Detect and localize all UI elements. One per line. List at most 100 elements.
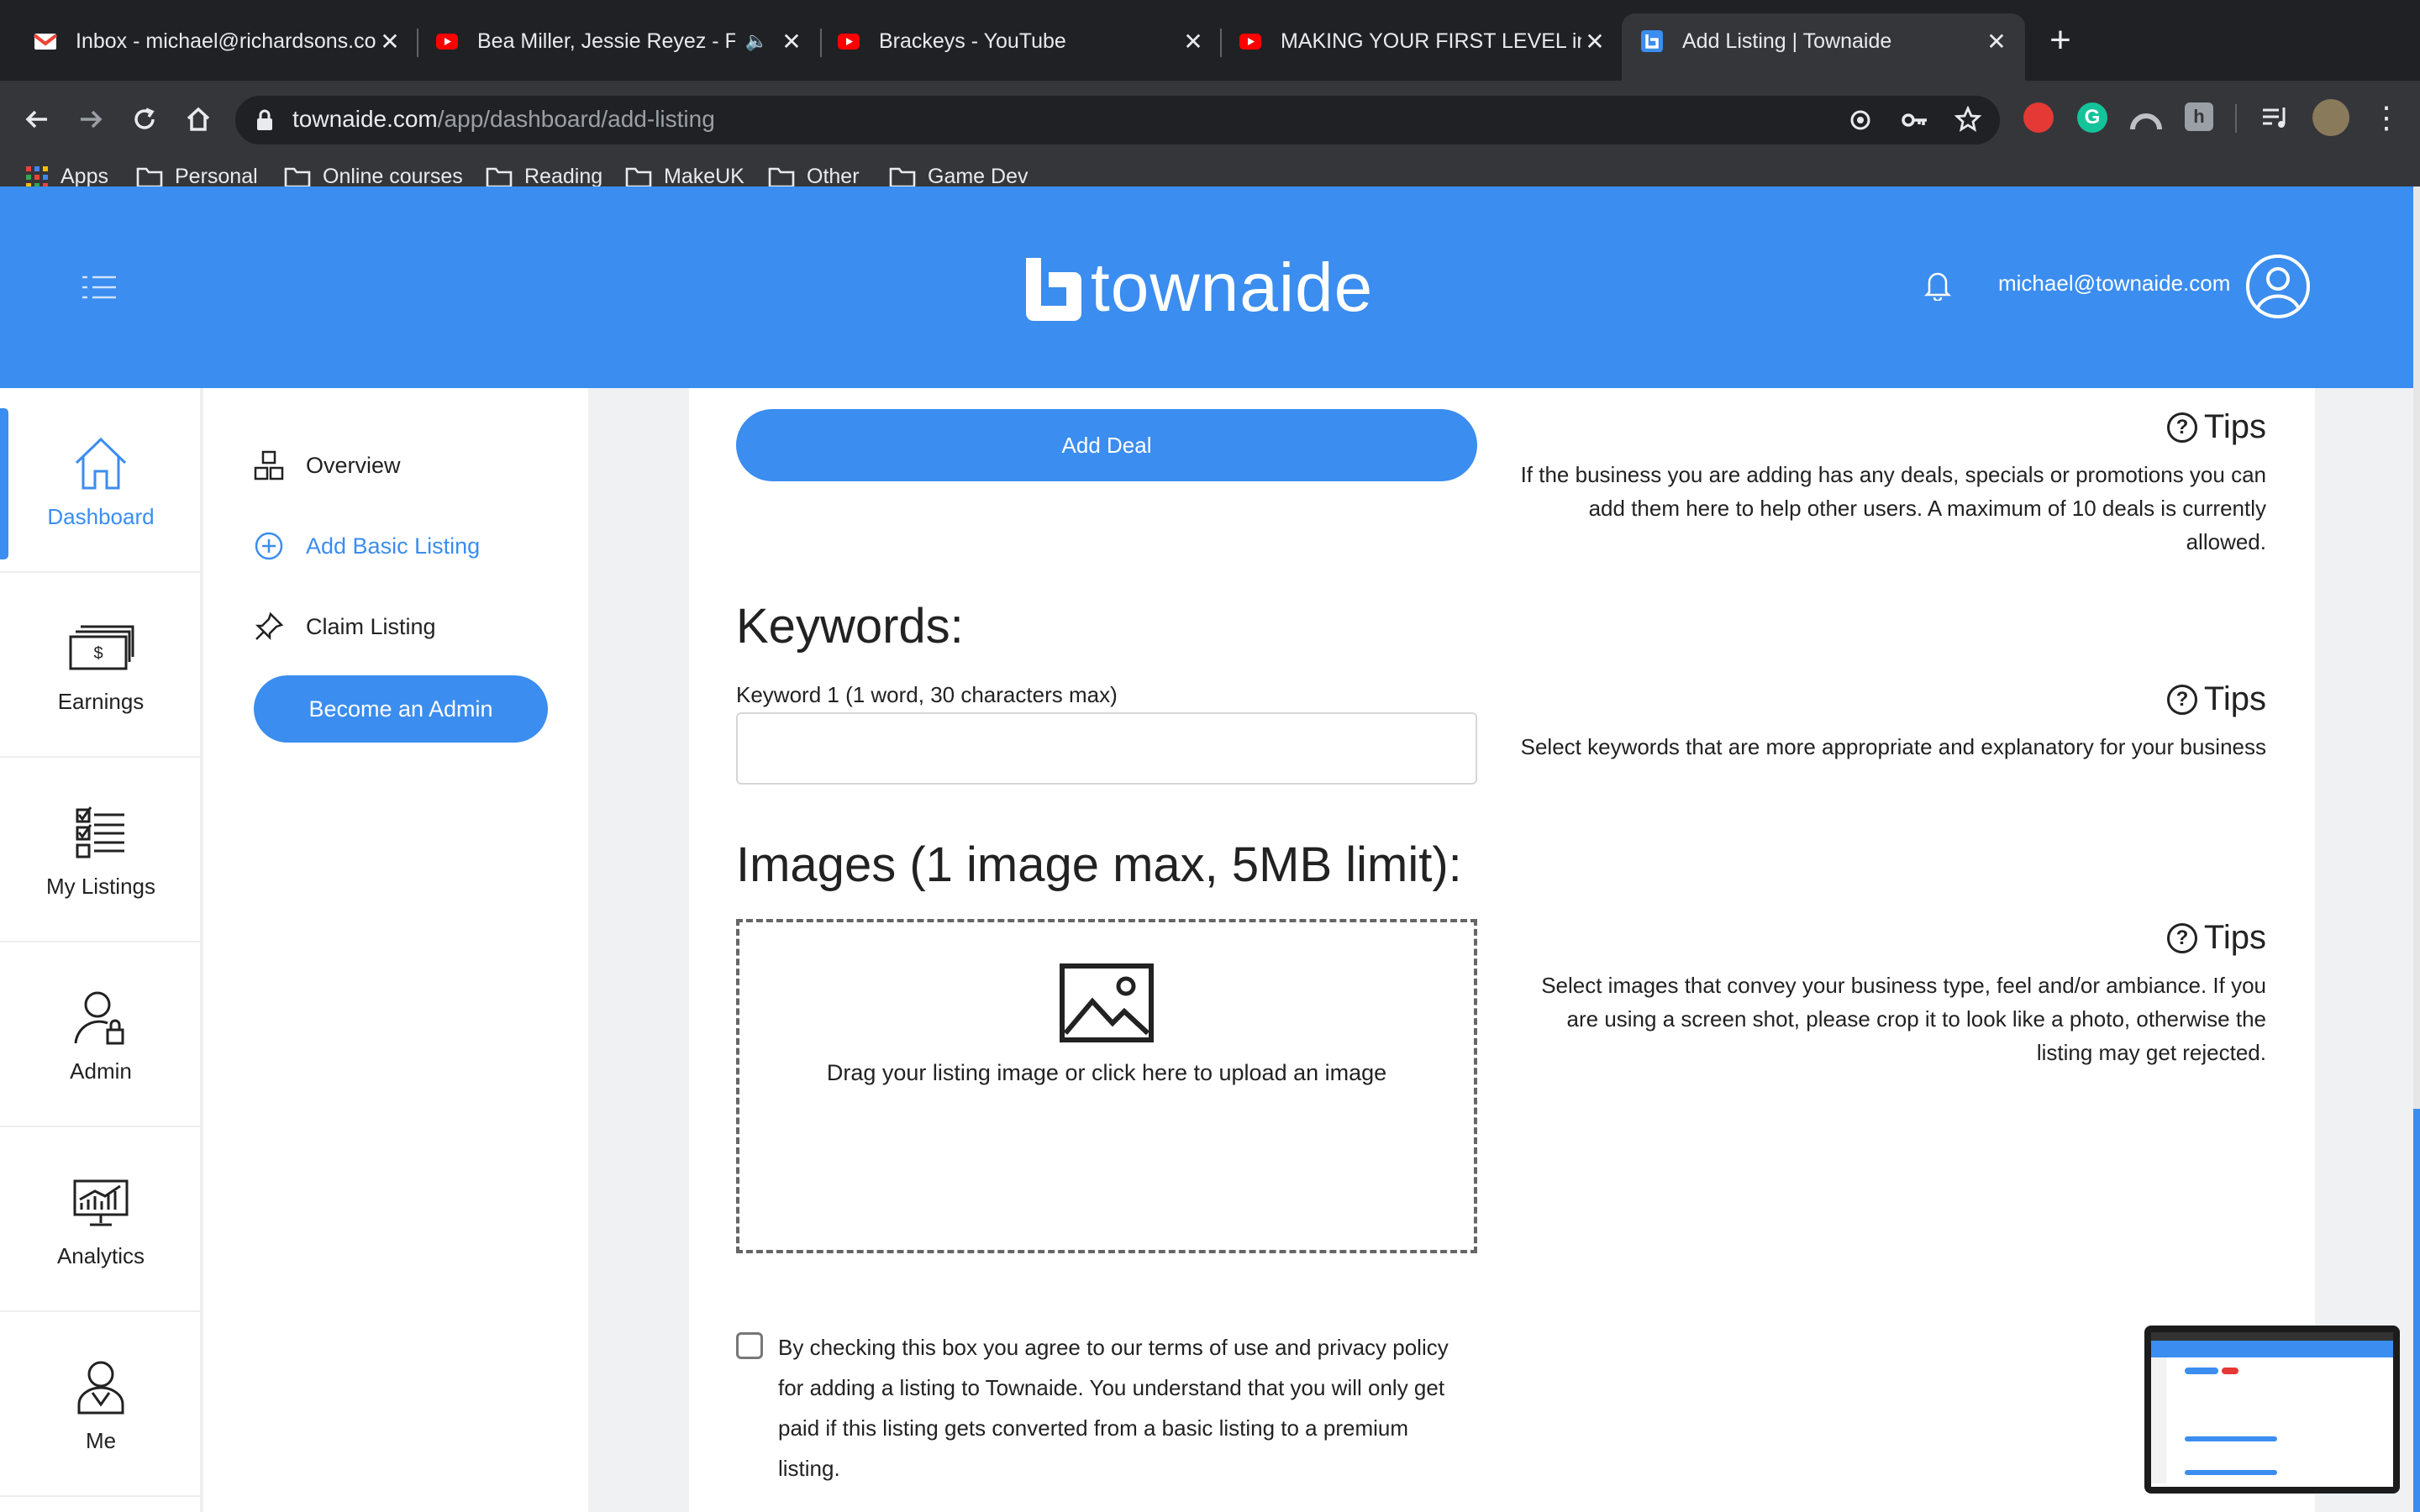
rail-item-label: Me <box>85 1427 117 1453</box>
tips-text: If the business you are adding has any d… <box>1520 462 2266 554</box>
location-icon[interactable] <box>1847 107 1874 134</box>
forward-button[interactable] <box>71 99 111 139</box>
bookmark-folder-reading[interactable]: Reading <box>486 165 602 189</box>
terms-text: By checking this box you agree to our te… <box>778 1335 1449 1481</box>
folder-icon <box>486 167 513 187</box>
close-tab-icon[interactable]: ✕ <box>1983 28 2010 55</box>
gmail-icon <box>34 34 57 50</box>
image-upload-dropzone[interactable]: Drag your listing image or click here to… <box>736 919 1477 1253</box>
folder-icon <box>136 167 163 187</box>
pin-icon <box>255 612 284 641</box>
dashboard-submenu: Overview Add Basic Listing Claim Listing… <box>203 388 588 1512</box>
tab-title: Inbox - michael@richardsons.co <box>76 29 376 53</box>
bookmark-apps[interactable]: Apps <box>25 165 108 189</box>
bookmark-folder-game-dev[interactable]: Game Dev <box>889 165 1028 189</box>
terms-agreement: By checking this box you agree to our te… <box>736 1327 1476 1488</box>
tab-brackeys[interactable]: Brackeys - YouTube ✕ <box>837 13 1207 69</box>
bookmark-label: Personal <box>175 165 258 188</box>
tab-youtube-music[interactable]: Bea Miller, Jessie Reyez - FE 🔈 ✕ <box>435 13 805 69</box>
tab-first-level[interactable]: MAKING YOUR FIRST LEVEL in U ✕ <box>1239 13 1608 69</box>
url-path: /app/dashboard/add-listing <box>437 106 715 132</box>
close-tab-icon[interactable]: ✕ <box>376 28 403 55</box>
extension-adblock-icon[interactable] <box>2023 102 2054 133</box>
tips-header: ? Tips <box>1510 680 2266 718</box>
menu-kebab-icon[interactable]: ⋮ <box>2371 101 2402 134</box>
extension-arc-icon[interactable] <box>2129 102 2163 133</box>
townaide-logo[interactable]: townaide <box>1023 249 1373 328</box>
person-icon <box>77 1361 124 1414</box>
rail-item-my-listings[interactable]: My Listings <box>0 758 202 942</box>
home-button[interactable] <box>178 99 218 139</box>
submenu-add-basic-listing[interactable]: Add Basic Listing <box>252 529 480 563</box>
tips-header: ? Tips <box>1510 919 2266 957</box>
tab-title: MAKING YOUR FIRST LEVEL in U <box>1281 29 1581 53</box>
page-scrollbar-thumb[interactable] <box>2413 1109 2420 1512</box>
boxes-icon <box>254 450 284 480</box>
close-tab-icon[interactable]: ✕ <box>1180 28 1207 55</box>
rail-item-label: Earnings <box>57 688 145 714</box>
analytics-monitor-icon <box>73 1179 129 1226</box>
add-deal-button[interactable]: Add Deal <box>736 409 1477 481</box>
tips-label: Tips <box>2203 408 2266 445</box>
bookmark-folder-online-courses[interactable]: Online courses <box>284 165 463 189</box>
submenu-claim-listing[interactable]: Claim Listing <box>252 610 436 643</box>
youtube-icon <box>436 34 458 50</box>
user-avatar-icon[interactable] <box>2245 254 2311 319</box>
tab-separator <box>417 29 418 57</box>
bell-icon[interactable] <box>1924 269 1951 301</box>
youtube-icon <box>838 34 860 50</box>
home-icon <box>187 107 210 131</box>
bookmark-folder-other[interactable]: Other <box>768 165 860 189</box>
key-icon[interactable] <box>1901 107 1929 134</box>
tips-text: Select keywords that are more appropriat… <box>1520 734 2266 759</box>
tips-images: ? Tips Select images that convey your bus… <box>1510 919 2266 1069</box>
terms-checkbox[interactable] <box>736 1332 763 1359</box>
site-header: townaide michael@townaide.com <box>0 186 2413 388</box>
new-tab-button[interactable]: + <box>2040 19 2081 60</box>
tips-header: ? Tips <box>1510 408 2266 446</box>
extension-h-icon[interactable]: h <box>2185 102 2213 131</box>
toolbar-divider <box>2235 104 2237 133</box>
user-email[interactable]: michael@townaide.com <box>1998 270 2230 297</box>
address-bar[interactable]: townaide.com/app/dashboard/add-listing <box>235 96 2000 144</box>
star-icon[interactable] <box>1954 106 1981 133</box>
reload-icon <box>134 108 155 129</box>
become-admin-button[interactable]: Become an Admin <box>254 675 548 743</box>
keyword1-input[interactable] <box>736 712 1477 785</box>
rail-item-admin[interactable]: Admin <box>0 942 202 1127</box>
bookmark-label: Reading <box>524 165 603 188</box>
folder-icon <box>625 167 652 187</box>
rail-item-earnings[interactable]: $ Earnings <box>0 573 202 758</box>
folder-icon <box>768 167 795 187</box>
bookmark-label: Online courses <box>323 165 463 188</box>
rail-item-label: My Listings <box>45 873 156 899</box>
house-icon <box>75 437 127 489</box>
hamburger-menu-icon[interactable] <box>81 272 118 302</box>
keywords-heading: Keywords: <box>736 599 964 654</box>
arrow-right-icon <box>81 110 103 129</box>
profile-avatar[interactable] <box>2312 99 2349 136</box>
rail-item-dashboard[interactable]: Dashboard <box>0 388 202 573</box>
back-button[interactable] <box>17 99 57 139</box>
left-nav-rail: Dashboard $ Earnings My Listings Admin A… <box>0 388 202 1512</box>
rail-item-me[interactable]: Me <box>0 1312 202 1497</box>
image-icon <box>1060 963 1154 1042</box>
bookmark-folder-personal[interactable]: Personal <box>136 165 258 189</box>
rail-item-analytics[interactable]: Analytics <box>0 1127 202 1312</box>
tips-label: Tips <box>2203 680 2266 717</box>
extension-grammarly-icon[interactable]: G <box>2077 102 2107 133</box>
tab-add-listing[interactable]: Add Listing | Townaide ✕ <box>1622 13 2025 81</box>
reload-button[interactable] <box>124 99 165 139</box>
url-text: townaide.com/app/dashboard/add-listing <box>292 106 715 133</box>
add-listing-form-card: Add Deal ? Tips If the business you are a… <box>689 388 2315 1512</box>
tab-gmail[interactable]: Inbox - michael@richardsons.co ✕ <box>34 13 403 69</box>
close-tab-icon[interactable]: ✕ <box>778 28 805 55</box>
screenshot-thumbnail[interactable] <box>2144 1326 2400 1494</box>
submenu-overview[interactable]: Overview <box>252 449 401 482</box>
rail-item-label: Analytics <box>56 1242 145 1268</box>
close-tab-icon[interactable]: ✕ <box>1581 28 1608 55</box>
speaker-icon[interactable]: 🔈 <box>745 30 768 52</box>
browser-tab-strip: Inbox - michael@richardsons.co ✕ Bea Mil… <box>0 0 2420 81</box>
bookmark-folder-makeuk[interactable]: MakeUK <box>625 165 744 189</box>
media-control-icon[interactable] <box>2260 104 2291 131</box>
